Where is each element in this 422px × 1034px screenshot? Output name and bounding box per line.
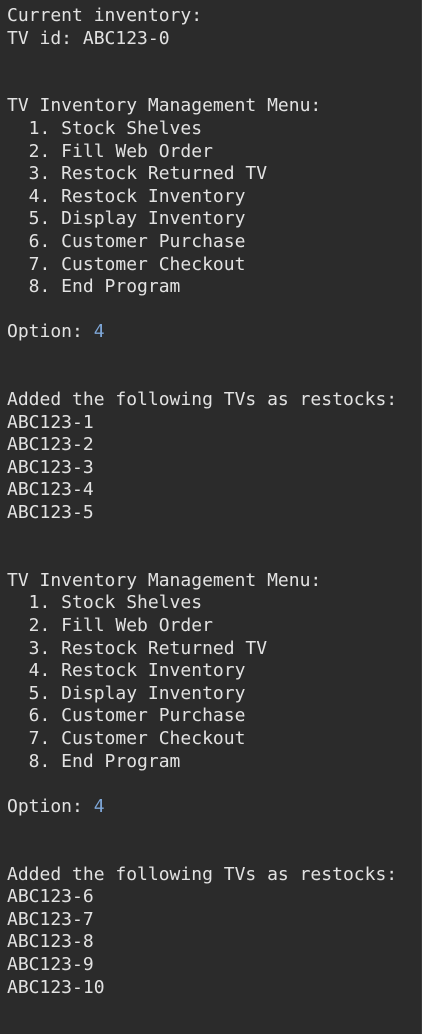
line-text: 1. Stock Shelves xyxy=(7,117,203,139)
line-text: 3. Restock Returned TV xyxy=(7,637,268,659)
terminal-line: 2. Fill Web Order xyxy=(7,615,419,638)
line-text: 5. Display Inventory xyxy=(7,682,246,704)
terminal-line: ABC123-9 xyxy=(7,954,419,977)
terminal-line: 8. End Program xyxy=(7,751,419,774)
line-text: 7. Customer Checkout xyxy=(7,728,246,749)
line-text: 2. Fill Web Order xyxy=(7,140,213,162)
terminal-line: ABC123-10 xyxy=(7,977,419,1000)
terminal-line: ABC123-6 xyxy=(7,886,419,909)
terminal-line: 1. Stock Shelves xyxy=(7,118,419,141)
line-text: ABC123-1 xyxy=(7,411,94,433)
line-text: Added the following TVs as restocks: xyxy=(7,389,398,411)
terminal-line: ABC123-1 xyxy=(7,412,419,435)
line-text: ABC123-9 xyxy=(7,953,94,975)
line-text: 6. Customer Purchase xyxy=(7,705,246,727)
terminal-line: 4. Restock Inventory xyxy=(7,660,419,683)
line-text: ABC123-7 xyxy=(7,908,94,930)
line-text: ABC123-3 xyxy=(7,456,94,478)
terminal-line: 8. End Program xyxy=(7,276,419,299)
terminal-output: Current inventory: TV id: ABC123-0 TV Inve… xyxy=(7,5,419,999)
terminal-line: ABC123-3 xyxy=(7,457,419,480)
terminal-line: Option: 4 xyxy=(7,321,419,344)
terminal-line: Current inventory: xyxy=(7,5,419,28)
terminal-line: ABC123-7 xyxy=(7,909,419,932)
terminal-line: 7. Customer Checkout xyxy=(7,254,419,277)
terminal-line: 4. Restock Inventory xyxy=(7,186,419,209)
line-text: ABC123-2 xyxy=(7,434,94,456)
line-text: Option: xyxy=(7,795,94,817)
terminal-line: TV id: ABC123-0 xyxy=(7,28,419,51)
terminal-line: Option: 4 xyxy=(7,796,419,819)
line-text: 8. End Program xyxy=(7,750,181,772)
option-input-value: 4 xyxy=(93,795,105,817)
terminal-window[interactable]: Current inventory: TV id: ABC123-0 TV Inve… xyxy=(0,0,422,1034)
terminal-line: 5. Display Inventory xyxy=(7,208,419,231)
line-text: 4. Restock Inventory xyxy=(7,185,246,207)
terminal-line: 3. Restock Returned TV xyxy=(7,163,419,186)
option-input-value: 4 xyxy=(93,321,105,343)
line-text: 2. Fill Web Order xyxy=(7,615,213,637)
terminal-line: TV Inventory Management Menu: xyxy=(7,95,419,118)
terminal-line: ABC123-4 xyxy=(7,479,419,502)
line-text: ABC123-10 xyxy=(7,976,105,998)
line-text: TV id: ABC123-0 xyxy=(7,27,170,49)
line-text: 1. Stock Shelves xyxy=(7,592,203,614)
line-text: 8. End Program xyxy=(7,276,181,298)
line-text: 5. Display Inventory xyxy=(7,208,246,230)
line-text: Current inventory: xyxy=(7,5,203,26)
line-text: ABC123-4 xyxy=(7,479,94,501)
line-text: Added the following TVs as restocks: xyxy=(7,863,398,885)
terminal-line: ABC123-8 xyxy=(7,931,419,954)
terminal-line: 6. Customer Purchase xyxy=(7,231,419,254)
line-text: Option: xyxy=(7,321,94,343)
line-text: ABC123-8 xyxy=(7,931,94,953)
terminal-line: 2. Fill Web Order xyxy=(7,141,419,164)
terminal-line: 6. Customer Purchase xyxy=(7,705,419,728)
terminal-line: ABC123-5 xyxy=(7,502,419,525)
terminal-line: ABC123-2 xyxy=(7,434,419,457)
line-text: TV Inventory Management Menu: xyxy=(7,95,322,117)
line-text: 3. Restock Returned TV xyxy=(7,163,268,185)
line-text: ABC123-6 xyxy=(7,886,94,908)
line-text: TV Inventory Management Menu: xyxy=(7,569,322,591)
terminal-line: TV Inventory Management Menu: xyxy=(7,570,419,593)
terminal-line: Added the following TVs as restocks: xyxy=(7,864,419,887)
terminal-line: 3. Restock Returned TV xyxy=(7,638,419,661)
terminal-line: 7. Customer Checkout xyxy=(7,728,419,751)
terminal-line: 1. Stock Shelves xyxy=(7,592,419,615)
line-text: 4. Restock Inventory xyxy=(7,660,246,682)
terminal-line: Added the following TVs as restocks: xyxy=(7,389,419,412)
line-text: ABC123-5 xyxy=(7,502,94,524)
line-text: 7. Customer Checkout xyxy=(7,253,246,275)
line-text: 6. Customer Purchase xyxy=(7,230,246,252)
terminal-line: 5. Display Inventory xyxy=(7,683,419,706)
